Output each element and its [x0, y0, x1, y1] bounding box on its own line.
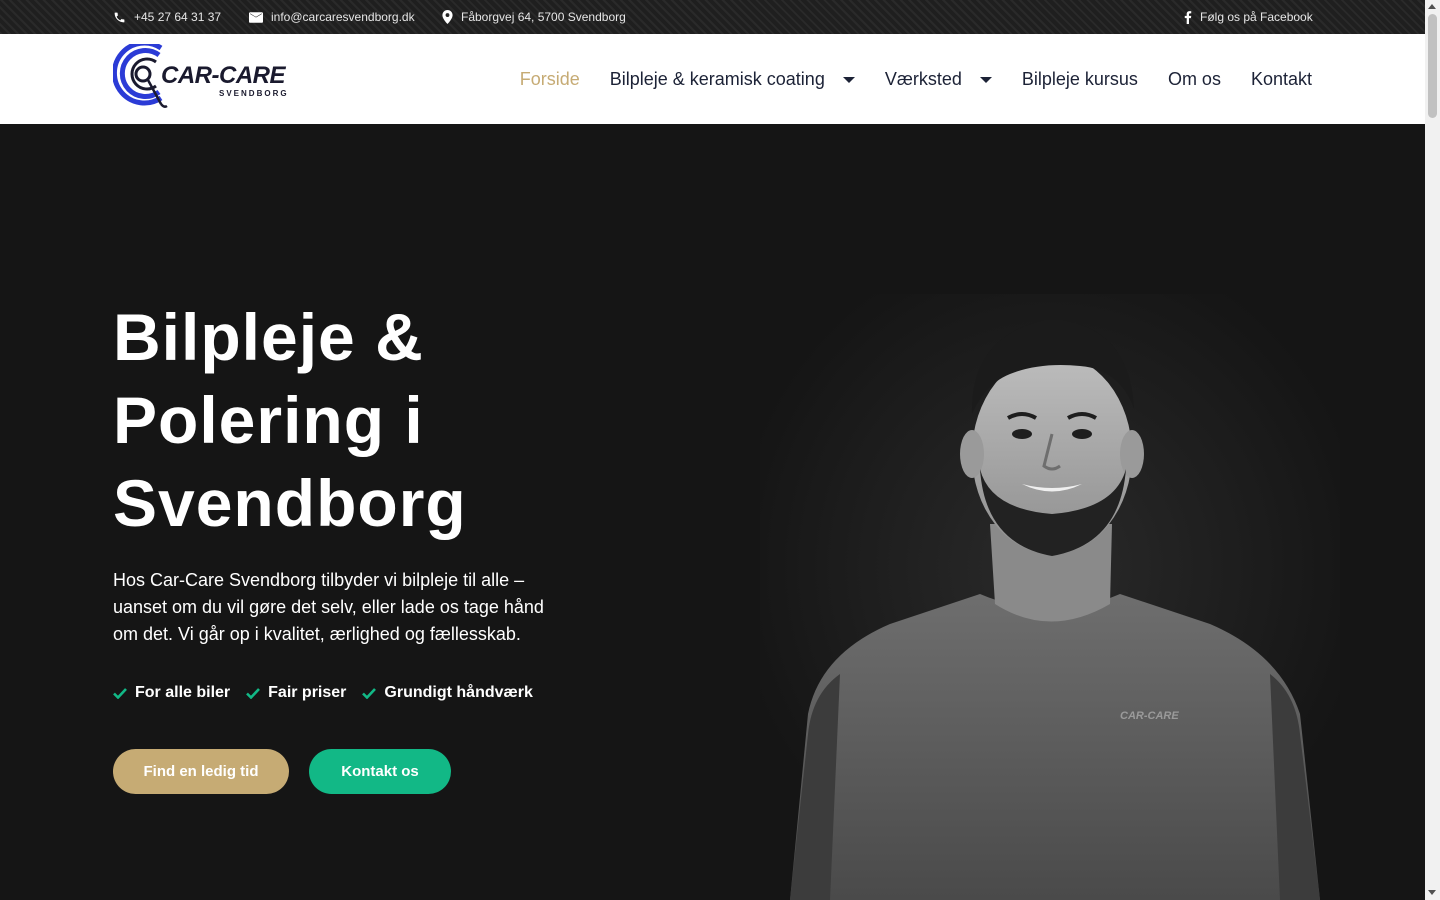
check-icon [113, 687, 127, 699]
logo[interactable]: CAR-CARE SVENDBORG [113, 44, 293, 114]
nav-item-label: Værksted [884, 68, 962, 89]
phone-number: +45 27 64 31 37 [134, 10, 222, 24]
caret-down-icon[interactable] [979, 77, 992, 83]
address-text: Fåborgvej 64, 5700 Svendborg [461, 10, 626, 24]
main-nav: Forside Bilpleje & keramisk coating Værk… [520, 34, 1312, 124]
check-icon [362, 687, 377, 699]
email-address: info@carcaresvendborg.dk [271, 10, 415, 24]
topbar-address[interactable]: Fåborgvej 64, 5700 Svendborg [442, 0, 626, 34]
feature-item: Fair priser [246, 684, 346, 702]
scroll-up-arrow-icon[interactable] [1428, 4, 1436, 9]
hero-title: Bilpleje & Polering i Svendborg [113, 300, 467, 540]
topbar-facebook-link[interactable]: Følg os på Facebook [1184, 0, 1313, 34]
nav-item-label: Forside [519, 68, 580, 89]
nav-item-kontakt[interactable]: Kontakt [1251, 69, 1312, 90]
caret-down-icon[interactable] [842, 77, 855, 83]
find-ledig-tid-button[interactable]: Find en ledig tid [113, 749, 289, 794]
check-icon [246, 687, 261, 699]
feature-list: For alle biler Fair priser Grundigt hånd… [113, 684, 533, 702]
topbar-phone[interactable]: +45 27 64 31 37 [113, 0, 221, 34]
hero-description: Hos Car-Care Svendborg tilbyder vi bilpl… [113, 570, 544, 644]
portrait-image: CAR-CARE [760, 294, 1340, 900]
top-bar: +45 27 64 31 37 info@carcaresvendborg.dk… [0, 0, 1425, 34]
feature-label: For alle biler [135, 684, 231, 701]
logo-name: CAR-CARE [161, 62, 286, 89]
facebook-label: Følg os på Facebook [1200, 10, 1313, 24]
shirt-logo-text: CAR-CARE [1120, 710, 1179, 722]
scroll-down-arrow-icon[interactable] [1428, 890, 1436, 895]
feature-label: Fair priser [268, 684, 347, 701]
hero-buttons: Find en ledig tid Kontakt os [113, 749, 451, 794]
nav-item-om-os[interactable]: Om os [1168, 69, 1221, 90]
nav-item-bilpleje-kursus[interactable]: Bilpleje kursus [1022, 69, 1138, 90]
nav-item-label: Bilpleje & keramisk coating [609, 68, 825, 89]
nav-item-vaerksted[interactable]: Værksted [885, 69, 992, 90]
site-header: CAR-CARE SVENDBORG Forside Bilpleje & ke… [0, 34, 1425, 124]
nav-item-bilpleje-keramisk-coating[interactable]: Bilpleje & keramisk coating [610, 69, 855, 90]
kontakt-os-button[interactable]: Kontakt os [309, 749, 451, 794]
nav-item-forside[interactable]: Forside [520, 69, 580, 90]
page: +45 27 64 31 37 info@carcaresvendborg.dk… [0, 0, 1425, 900]
hero-section: Bilpleje & Polering i Svendborg Hos Car-… [0, 124, 1425, 900]
feature-label: Grundigt håndværk [384, 684, 533, 701]
page-scrollbar[interactable] [1425, 0, 1440, 900]
nav-item-label: Bilpleje kursus [1021, 68, 1138, 89]
facebook-icon [1184, 10, 1192, 24]
map-pin-icon [442, 10, 453, 24]
phone-icon [113, 11, 126, 24]
nav-item-label: Kontakt [1250, 68, 1312, 89]
feature-item: Grundigt håndværk [362, 684, 533, 702]
topbar-email[interactable]: info@carcaresvendborg.dk [249, 0, 415, 34]
envelope-icon [249, 11, 263, 23]
nav-item-label: Om os [1167, 68, 1221, 89]
scrollbar-thumb[interactable] [1428, 14, 1437, 118]
logo-subtitle: SVENDBORG [219, 89, 289, 98]
feature-item: For alle biler [113, 684, 230, 702]
